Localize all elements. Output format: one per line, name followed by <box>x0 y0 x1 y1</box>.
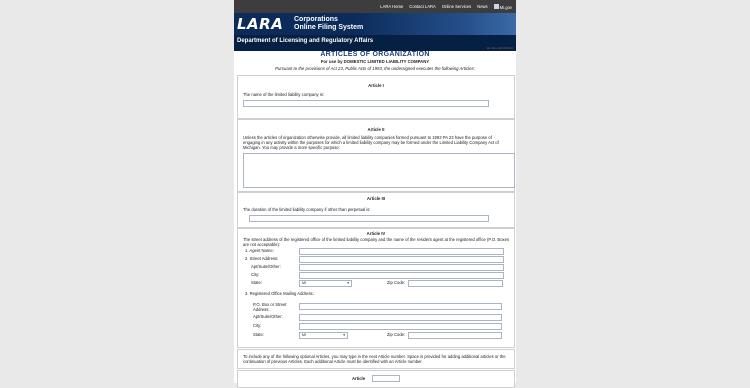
duration-input[interactable] <box>249 215 489 222</box>
street-address-input[interactable] <box>299 256 504 263</box>
chevron-down-icon: ▾ <box>343 333 345 337</box>
mailing-apt-label: Apt/Suite/Other: <box>253 314 283 319</box>
city-label: City: <box>251 272 260 277</box>
system-name-line2: Online Filing System <box>294 24 364 31</box>
lara-logo[interactable]: LARA <box>237 15 283 33</box>
apt-suite-label: Apt/Suite/Other: <box>251 264 281 269</box>
article-4-text: The street address of the registered off… <box>243 237 510 247</box>
system-name-line1: Corporations <box>294 16 338 23</box>
article-1-section: Article I The name of the limited liabil… <box>237 75 515 119</box>
nav-link-news[interactable]: News <box>477 4 487 9</box>
article-3-text: The duration of the limited liability co… <box>243 207 371 212</box>
form-intro: Pursuant to the provisions of Act 23, Pu… <box>275 66 475 71</box>
zip-code-input[interactable] <box>408 280 503 287</box>
article-number-label: Article <box>352 376 366 381</box>
city-input[interactable] <box>299 272 504 279</box>
state-select[interactable]: MI ▾ <box>299 280 352 287</box>
agent-name-input[interactable] <box>299 248 504 255</box>
page-container: LARA Home Contact LARA Online Services N… <box>234 0 516 388</box>
nav-link-mi-gov[interactable]: Mi.gov <box>493 3 512 10</box>
form-subtitle: For use by DOMESTIC LIMITED LIABILITY CO… <box>320 59 430 64</box>
agent-name-label: 1. Agent Name: <box>245 248 274 253</box>
optional-articles-section: To include any of the following optional… <box>237 349 515 369</box>
nav-link-mi-gov-label: Mi.gov <box>499 4 512 10</box>
article-3-section: Article III The duration of the limited … <box>237 192 515 228</box>
mailing-city-label: City: <box>253 323 262 328</box>
system-name: Corporations Online Filing System <box>294 16 363 32</box>
article-2-title: Article II <box>367 127 385 132</box>
article-number-input[interactable] <box>372 375 400 382</box>
mailing-apt-input[interactable] <box>299 314 502 321</box>
version-label: Ver Rev 02/29/2012 <box>486 46 513 50</box>
purpose-textarea[interactable] <box>243 153 515 188</box>
nav-link-lara-home[interactable]: LARA Home <box>380 4 403 9</box>
top-navigation: LARA Home Contact LARA Online Services N… <box>234 0 516 13</box>
article-2-section: Article II Unless the articles of organi… <box>237 119 515 192</box>
mailing-city-input[interactable] <box>299 323 502 330</box>
article-4-section: Article IV The street address of the reg… <box>237 228 515 348</box>
state-select-value: MI <box>302 281 306 285</box>
mailing-state-select-value: MI <box>302 333 306 337</box>
nav-link-online-services[interactable]: Online Services <box>442 4 471 9</box>
article-2-text: Unless the articles of organization othe… <box>243 135 499 150</box>
article-1-title: Article I <box>368 83 384 88</box>
street-address-label: 2. Street Address: <box>245 256 279 261</box>
mailing-state-label: State: <box>253 332 264 337</box>
zip-code-label: Zip Code: <box>387 280 406 285</box>
po-box-label: P.O. Box or Street Address: <box>253 302 287 312</box>
department-name: Department of Licensing and Regulatory A… <box>237 38 374 44</box>
nav-link-contact-lara[interactable]: Contact LARA <box>409 4 436 9</box>
article-1-text: The name of the limited liability compan… <box>243 92 324 97</box>
apt-suite-input[interactable] <box>299 264 504 271</box>
optional-articles-text: To include any of the following optional… <box>243 354 506 364</box>
company-name-input[interactable] <box>243 100 489 107</box>
state-label: State: <box>251 280 262 285</box>
mailing-street-input[interactable] <box>299 303 502 310</box>
mailing-zip-input[interactable] <box>408 332 502 339</box>
michigan-icon <box>493 3 499 9</box>
form-title: ARTICLES OF ORGANIZATION <box>320 51 430 58</box>
mailing-address-label: 3. Registered Office Mailing Address: <box>245 291 314 296</box>
mailing-state-select[interactable]: MI ▾ <box>299 332 348 339</box>
article-3-title: Article III <box>366 196 386 201</box>
article-4-title: Article IV <box>366 231 386 236</box>
header-banner: LARA Corporations Online Filing System D… <box>234 13 516 51</box>
additional-article-section: Article <box>237 370 515 388</box>
mailing-zip-label: Zip Code: <box>387 332 406 337</box>
chevron-down-icon: ▾ <box>347 281 349 285</box>
